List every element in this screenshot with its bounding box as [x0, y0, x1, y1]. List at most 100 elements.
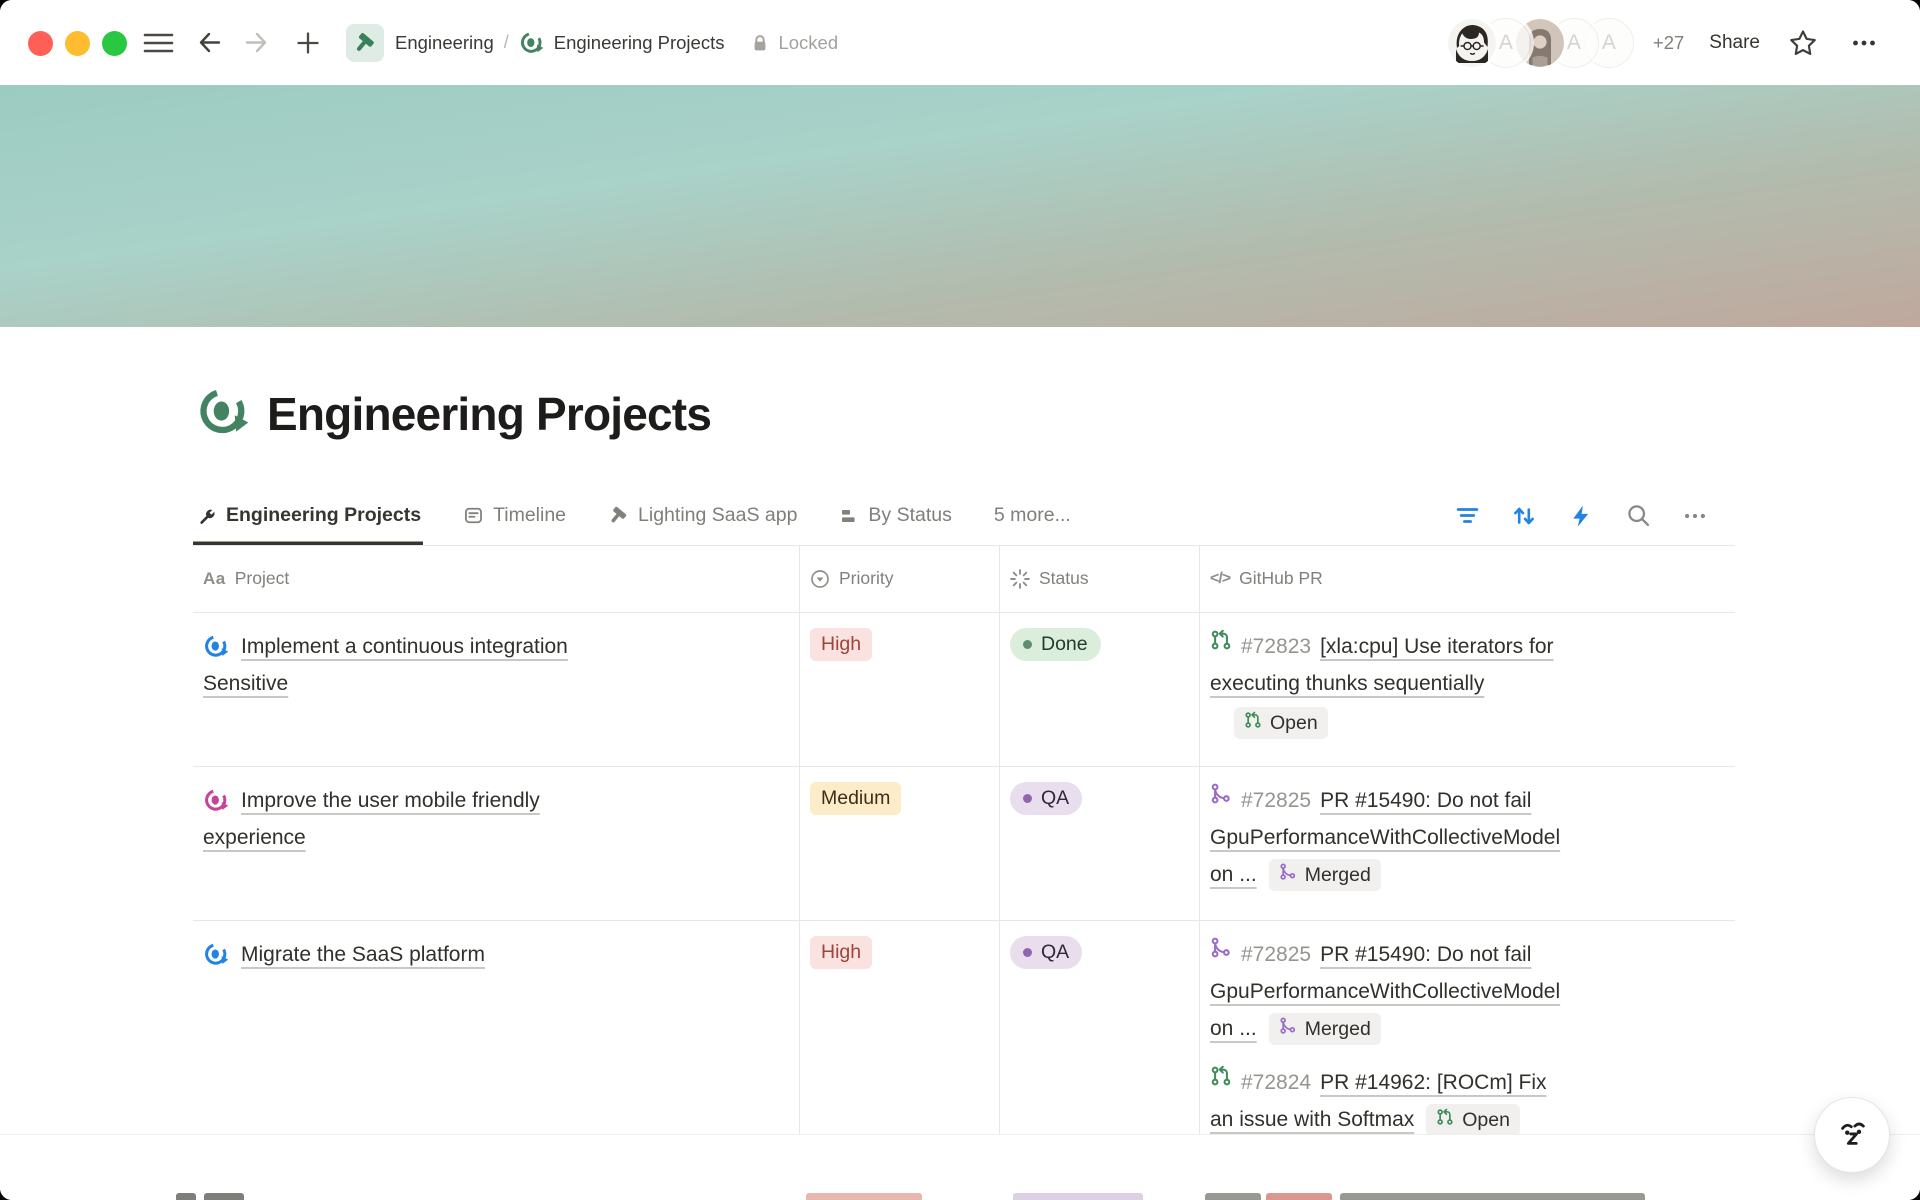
- share-button[interactable]: Share: [1709, 32, 1760, 54]
- pr-entry: #72825PR #15490: Do not failGpuPerforman…: [1210, 782, 1725, 893]
- back-arrow-icon[interactable]: [190, 25, 226, 61]
- pr-number: #72824: [1241, 1064, 1311, 1101]
- priority-cell[interactable]: High: [800, 613, 1000, 766]
- tab-label: By Status: [868, 504, 951, 527]
- tab-by-status[interactable]: By Status: [837, 486, 953, 545]
- search-icon[interactable]: [1624, 502, 1652, 530]
- pr-state-label: Open: [1270, 710, 1318, 736]
- project-title-link[interactable]: Migrate the SaaS platform: [241, 936, 485, 973]
- pr-open-icon: [1436, 1107, 1454, 1133]
- workspace-hammer-icon[interactable]: [346, 24, 384, 62]
- new-tab-plus-icon[interactable]: [290, 25, 326, 61]
- project-title-link[interactable]: Implement a continuous integration: [241, 628, 568, 665]
- pr-open-icon: [1244, 710, 1262, 736]
- breadcrumb-root[interactable]: Engineering: [395, 32, 494, 54]
- status-pill[interactable]: Done: [1010, 628, 1101, 661]
- view-actions: [1453, 502, 1735, 530]
- project-title-link[interactable]: Sensitive: [203, 665, 789, 702]
- column-header-priority[interactable]: Priority: [800, 545, 1000, 612]
- breadcrumb: Engineering / Engineering Projects Locke…: [346, 0, 838, 85]
- priority-badge[interactable]: High: [810, 936, 872, 969]
- table-body: Implement a continuous integrationSensit…: [193, 613, 1735, 1191]
- column-label: Project: [235, 568, 289, 589]
- pr-state-chip[interactable]: Open: [1234, 707, 1328, 739]
- filter-icon[interactable]: [1453, 502, 1481, 530]
- pr-title-link[interactable]: on ...: [1210, 1010, 1257, 1047]
- status-pill[interactable]: QA: [1010, 782, 1082, 815]
- forward-arrow-icon[interactable]: [240, 25, 276, 61]
- pr-entry: #72824PR #14962: [ROCm] Fixan issue with…: [1210, 1064, 1725, 1138]
- automation-lightning-icon[interactable]: [1567, 502, 1595, 530]
- pr-title-link[interactable]: on ...: [1210, 856, 1257, 893]
- page-title-cycle-icon[interactable]: [196, 384, 252, 445]
- cutoff-row-fragment: [1013, 1193, 1143, 1200]
- view-tabs-bar: Engineering Projects Timeline Lighting S…: [193, 486, 1735, 546]
- pr-state-chip[interactable]: Open: [1426, 1104, 1520, 1136]
- avatar-overflow-count[interactable]: +27: [1653, 32, 1684, 54]
- lock-icon: [750, 33, 770, 53]
- column-header-status[interactable]: Status: [1000, 545, 1200, 612]
- table-row[interactable]: Improve the user mobile friendlyexperien…: [193, 767, 1735, 921]
- breadcrumb-page[interactable]: Engineering Projects: [554, 32, 725, 54]
- text-type-icon: Aa: [203, 569, 226, 589]
- notion-ai-button[interactable]: [1814, 1097, 1890, 1173]
- avatar[interactable]: [1448, 19, 1496, 67]
- pull-request-open-icon: [1210, 1065, 1232, 1087]
- status-cell[interactable]: QA: [1000, 767, 1200, 920]
- page-title[interactable]: Engineering Projects: [267, 382, 711, 446]
- priority-badge[interactable]: High: [810, 628, 872, 661]
- sort-icon[interactable]: [1510, 502, 1538, 530]
- lock-status[interactable]: Locked: [750, 32, 838, 54]
- tab-timeline[interactable]: Timeline: [461, 486, 568, 545]
- project-cycle-icon: [203, 633, 230, 665]
- pr-title-link[interactable]: an issue with Softmax: [1210, 1101, 1414, 1138]
- view-more-options-icon[interactable]: [1681, 502, 1709, 530]
- breadcrumb-separator: /: [504, 32, 509, 53]
- pr-entry: #72825PR #15490: Do not failGpuPerforman…: [1210, 936, 1725, 1047]
- pr-title-link[interactable]: [xla:cpu] Use iterators for: [1320, 628, 1553, 665]
- ai-face-icon: [1831, 1114, 1873, 1156]
- project-line: Migrate the SaaS platform: [203, 936, 789, 973]
- traffic-lights: [28, 31, 127, 56]
- pr-title-link[interactable]: PR #15490: Do not fail: [1320, 936, 1531, 973]
- tab-engineering-projects[interactable]: Engineering Projects: [193, 486, 423, 545]
- pull-request-open-icon: [1244, 711, 1262, 729]
- project-cell[interactable]: Implement a continuous integrationSensit…: [193, 613, 800, 766]
- zoom-window-button[interactable]: [102, 31, 127, 56]
- project-title-link[interactable]: experience: [203, 819, 789, 856]
- pr-merged-icon: [1210, 782, 1232, 819]
- pr-title-link[interactable]: GpuPerformanceWithCollectiveModel: [1210, 819, 1725, 856]
- status-cell[interactable]: Done: [1000, 613, 1200, 766]
- pr-state-chip[interactable]: Merged: [1269, 859, 1381, 891]
- pr-title-link[interactable]: executing thunks sequentially: [1210, 665, 1725, 702]
- pr-first-line: #72823[xla:cpu] Use iterators for: [1210, 628, 1725, 665]
- minimize-window-button[interactable]: [65, 31, 90, 56]
- project-title-link[interactable]: Improve the user mobile friendly: [241, 782, 540, 819]
- column-header-github-pr[interactable]: </> GitHub PR: [1200, 545, 1735, 612]
- close-window-button[interactable]: [28, 31, 53, 56]
- table-row[interactable]: Implement a continuous integrationSensit…: [193, 613, 1735, 767]
- status-burst-icon: [1010, 569, 1030, 589]
- pr-title-link[interactable]: PR #14962: [ROCm] Fix: [1320, 1064, 1546, 1101]
- github-pr-cell[interactable]: #72825PR #15490: Do not failGpuPerforman…: [1200, 767, 1735, 920]
- column-header-project[interactable]: Aa Project: [193, 545, 800, 612]
- page-title-row: Engineering Projects: [196, 382, 711, 446]
- priority-badge[interactable]: Medium: [810, 782, 901, 815]
- favorite-star-icon[interactable]: [1785, 25, 1821, 61]
- pr-state-chip[interactable]: Merged: [1269, 1013, 1381, 1045]
- more-options-icon[interactable]: [1846, 25, 1882, 61]
- pr-title-link[interactable]: GpuPerformanceWithCollectiveModel: [1210, 973, 1725, 1010]
- project-cycle-icon: [203, 787, 230, 819]
- page-cover-image[interactable]: [0, 85, 1920, 327]
- project-cell[interactable]: Improve the user mobile friendlyexperien…: [193, 767, 800, 920]
- status-pill[interactable]: QA: [1010, 936, 1082, 969]
- pr-title-link[interactable]: PR #15490: Do not fail: [1320, 782, 1531, 819]
- collaborator-avatars: A A A: [1448, 18, 1634, 68]
- priority-cell[interactable]: Medium: [800, 767, 1000, 920]
- sidebar-menu-icon[interactable]: [140, 25, 176, 61]
- tab-lighting-saas-app[interactable]: Lighting SaaS app: [606, 486, 799, 545]
- window-topbar: Engineering / Engineering Projects Locke…: [0, 0, 1920, 85]
- github-pr-cell[interactable]: #72823[xla:cpu] Use iterators forexecuti…: [1200, 613, 1735, 766]
- status-label: Done: [1041, 632, 1088, 657]
- more-tabs-button[interactable]: 5 more...: [994, 504, 1071, 527]
